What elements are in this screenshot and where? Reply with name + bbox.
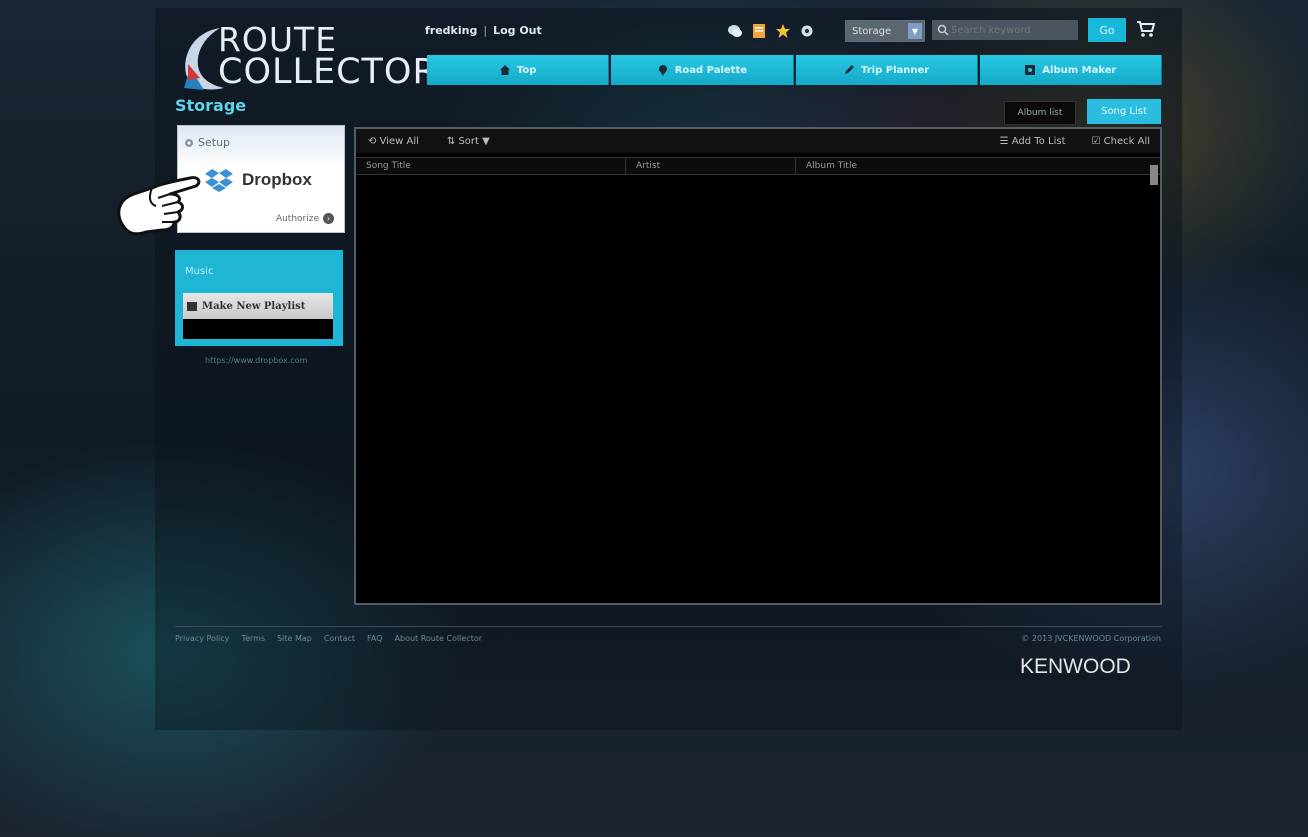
- playlist-area: [183, 319, 333, 339]
- setup-header: Setup: [184, 136, 230, 149]
- dropbox-option[interactable]: Dropbox: [204, 168, 312, 192]
- separator: |: [483, 24, 488, 37]
- chevron-down-icon[interactable]: ▼: [908, 23, 922, 39]
- copyright: © 2013 JVCKENWOOD Corporation: [1021, 634, 1161, 643]
- authorize-label: Authorize: [275, 213, 319, 224]
- pointing-hand-icon: [117, 176, 201, 236]
- make-playlist-label: Make New Playlist: [202, 300, 306, 312]
- tab-trip-planner[interactable]: Trip Planner: [795, 55, 978, 85]
- home-icon: [499, 65, 510, 75]
- sort-label: Sort: [458, 135, 479, 147]
- footer-link-privacy[interactable]: Privacy Policy: [175, 634, 230, 643]
- tab-label: Album Maker: [1042, 64, 1117, 76]
- view-all-button[interactable]: ⟲ View All: [368, 136, 419, 147]
- column-artist[interactable]: Artist: [626, 158, 796, 174]
- page-title: Storage: [175, 96, 247, 115]
- tab-top[interactable]: Top: [427, 55, 610, 85]
- dropbox-label: Dropbox: [242, 170, 312, 189]
- settings-icon: [185, 138, 193, 147]
- album-list-button[interactable]: Album list: [1004, 101, 1076, 125]
- tab-label: Road Palette: [674, 64, 748, 76]
- dropbox-url-link[interactable]: https://www.dropbox.com: [205, 356, 307, 365]
- authorize-link[interactable]: Authorize ›: [276, 213, 334, 224]
- storage-select-value: Storage: [852, 25, 892, 37]
- screen: ROUTE COLLECTOR Storage fredking | Log Out…: [0, 0, 1308, 837]
- footer-link-sitemap[interactable]: Site Map: [277, 634, 312, 643]
- make-new-playlist-button[interactable]: Make New Playlist: [183, 293, 333, 319]
- table-header: Song Title Artist Album Title: [356, 157, 1160, 175]
- tab-label: Trip Planner: [861, 64, 930, 76]
- sort-button[interactable]: ⇅ Sort ▼: [447, 136, 490, 147]
- go-button[interactable]: Go: [1088, 18, 1126, 42]
- add-to-list-button[interactable]: ☰ Add To List: [1000, 136, 1066, 147]
- add-to-list-label: Add To List: [1011, 135, 1066, 147]
- search-icon: [937, 24, 949, 36]
- user-links: fredking | Log Out: [425, 24, 542, 37]
- playlist-icon: [187, 301, 197, 311]
- pen-icon: [845, 65, 855, 74]
- header-icons: [727, 20, 815, 42]
- footer-link-terms[interactable]: Terms: [242, 634, 266, 643]
- dropbox-icon: [205, 169, 233, 192]
- music-panel: Music Make New Playlist: [175, 250, 343, 346]
- storage-select[interactable]: Storage ▼: [845, 20, 925, 42]
- view-all-label: View All: [379, 135, 419, 147]
- footer-divider: [175, 626, 1162, 627]
- pin-icon: [658, 65, 667, 76]
- album-icon: [1025, 65, 1036, 75]
- list-toolbar: ⟲ View All ⇅ Sort ▼ ☰ Add To List ☑ Chec…: [356, 129, 1160, 153]
- logout-link[interactable]: Log Out: [493, 24, 542, 37]
- setup-title: Setup: [198, 136, 231, 149]
- tab-road-palette[interactable]: Road Palette: [611, 55, 794, 85]
- user-name-link[interactable]: fredking: [425, 24, 477, 37]
- tab-album-maker[interactable]: Album Maker: [979, 55, 1162, 85]
- chat-icon[interactable]: [727, 23, 743, 39]
- main-nav: Top Road Palette Trip Planner Album Make…: [427, 55, 1162, 85]
- column-song-title[interactable]: Song Title: [356, 158, 626, 174]
- search-input[interactable]: [949, 23, 1073, 37]
- music-title: Music: [185, 266, 214, 277]
- footer-link-about[interactable]: About Route Collector: [395, 634, 483, 643]
- check-all-button[interactable]: ☑ Check All: [1092, 136, 1151, 147]
- gear-icon[interactable]: [799, 23, 815, 39]
- footer-links: Privacy Policy Terms Site Map Contact FA…: [175, 634, 482, 643]
- star-icon[interactable]: [775, 23, 791, 39]
- arrow-right-icon: ›: [323, 213, 334, 224]
- footer-link-faq[interactable]: FAQ: [367, 634, 383, 643]
- footer-link-contact[interactable]: Contact: [324, 634, 355, 643]
- song-list-panel: ⟲ View All ⇅ Sort ▼ ☰ Add To List ☑ Chec…: [354, 127, 1162, 605]
- cart-icon[interactable]: [1136, 20, 1156, 38]
- tab-label: Top: [516, 64, 537, 76]
- search-box: [932, 20, 1078, 40]
- song-list-button[interactable]: Song List: [1087, 99, 1161, 124]
- logo-text-collector: COLLECTOR: [218, 52, 438, 92]
- scrollbar[interactable]: [1150, 165, 1158, 185]
- kenwood-logo[interactable]: KENWOOD: [1020, 655, 1131, 679]
- route-collector-logo[interactable]: ROUTE COLLECTOR: [168, 18, 437, 96]
- column-album-title[interactable]: Album Title: [796, 158, 1160, 174]
- note-icon[interactable]: [751, 23, 767, 39]
- check-all-label: Check All: [1103, 135, 1150, 147]
